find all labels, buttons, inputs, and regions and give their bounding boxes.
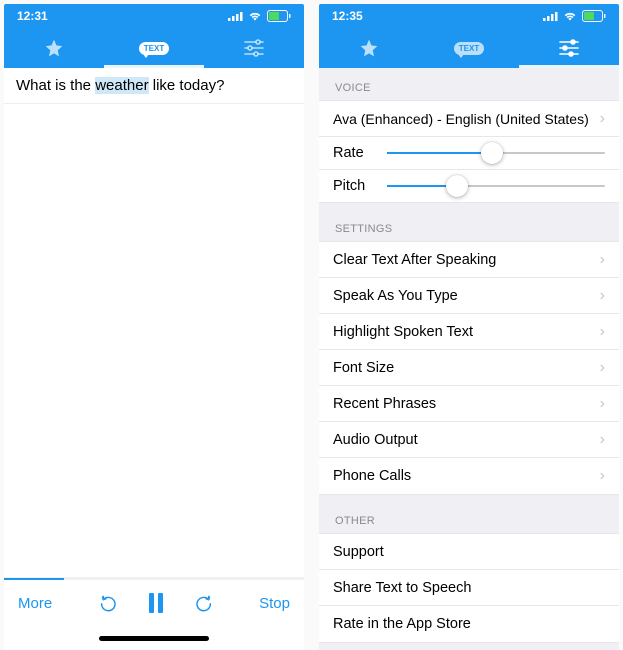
rewind-icon	[100, 593, 120, 613]
section-header-settings: SETTINGS	[319, 203, 619, 241]
forward-icon	[192, 593, 212, 613]
tab-settings[interactable]	[204, 28, 304, 68]
tab-bar: TEXT	[4, 28, 304, 68]
signal-icon	[543, 11, 558, 21]
status-right	[543, 10, 606, 22]
section-header-voice: VOICE	[319, 68, 619, 100]
chevron-right-icon: ›	[600, 395, 605, 413]
text-pre: What is the	[16, 77, 95, 94]
chevron-right-icon: ›	[600, 359, 605, 377]
tab-favorites[interactable]	[4, 28, 104, 68]
tab-bar: TEXT	[319, 28, 619, 68]
star-icon	[44, 38, 64, 58]
rate-label: Rate	[333, 145, 375, 161]
status-bar: 12:31	[4, 4, 304, 28]
wifi-icon	[563, 11, 577, 21]
rewind-button[interactable]	[100, 593, 120, 613]
wifi-icon	[248, 11, 262, 21]
text-bubble-icon: TEXT	[454, 42, 484, 55]
chevron-right-icon: ›	[600, 251, 605, 269]
status-right	[228, 10, 291, 22]
chevron-right-icon: ›	[600, 467, 605, 485]
bottom-toolbar: More Stop	[4, 580, 304, 626]
tab-text[interactable]: TEXT	[104, 28, 204, 68]
row-share-tts[interactable]: Share Text to Speech	[319, 570, 619, 606]
chevron-right-icon: ›	[600, 431, 605, 449]
row-recent-phrases[interactable]: Recent Phrases›	[319, 386, 619, 422]
battery-icon	[582, 10, 606, 22]
status-time: 12:31	[17, 9, 48, 23]
sliders-icon	[244, 39, 264, 57]
home-indicator	[4, 626, 304, 650]
row-clear-text[interactable]: Clear Text After Speaking›	[319, 242, 619, 278]
phone-left-text-screen: 12:31 TEXT What is the weather like toda…	[4, 4, 304, 650]
row-font-size[interactable]: Font Size›	[319, 350, 619, 386]
voice-selection-value: Ava (Enhanced) - English (United States)	[333, 111, 589, 127]
other-section: Support Share Text to Speech Rate in the…	[319, 533, 619, 643]
text-post: like today?	[149, 77, 225, 94]
row-speak-as-you-type[interactable]: Speak As You Type›	[319, 278, 619, 314]
tab-favorites[interactable]	[319, 28, 419, 68]
pitch-slider[interactable]	[387, 185, 605, 187]
chevron-right-icon: ›	[600, 287, 605, 305]
chevron-right-icon: ›	[600, 110, 605, 128]
pause-icon	[146, 592, 166, 614]
battery-icon	[267, 10, 291, 22]
row-rate-app-store[interactable]: Rate in the App Store	[319, 606, 619, 642]
voice-section: Ava (Enhanced) - English (United States)…	[319, 100, 619, 203]
row-phone-calls[interactable]: Phone Calls›	[319, 458, 619, 494]
phone-right-settings-screen: 12:35 TEXT VOICE Ava (Enhanced) - Englis…	[319, 4, 619, 650]
row-audio-output[interactable]: Audio Output›	[319, 422, 619, 458]
settings-section: Clear Text After Speaking› Speak As You …	[319, 241, 619, 495]
row-highlight-spoken[interactable]: Highlight Spoken Text›	[319, 314, 619, 350]
speech-text-area[interactable]: What is the weather like today?	[4, 68, 304, 104]
status-time: 12:35	[332, 9, 363, 23]
text-bubble-icon: TEXT	[139, 42, 169, 55]
tab-indicator	[519, 65, 619, 68]
section-header-other: OTHER	[319, 495, 619, 533]
star-icon	[359, 38, 379, 58]
rate-slider-row: Rate	[319, 137, 619, 170]
rate-slider[interactable]	[387, 152, 605, 154]
stop-button[interactable]: Stop	[259, 595, 290, 612]
pause-button[interactable]	[146, 592, 166, 614]
text-body-empty	[4, 104, 304, 577]
signal-icon	[228, 11, 243, 21]
pitch-slider-row: Pitch	[319, 170, 619, 202]
tab-text[interactable]: TEXT	[419, 28, 519, 68]
sliders-icon	[559, 39, 579, 57]
pitch-label: Pitch	[333, 178, 375, 194]
tab-indicator	[104, 65, 204, 68]
voice-selection-row[interactable]: Ava (Enhanced) - English (United States)…	[319, 101, 619, 137]
more-button[interactable]: More	[18, 595, 52, 612]
status-bar: 12:35	[319, 4, 619, 28]
row-support[interactable]: Support	[319, 534, 619, 570]
bottom-toolbar-wrap: More Stop	[4, 577, 304, 650]
text-highlighted-word: weather	[95, 77, 148, 94]
playback-progress[interactable]	[4, 578, 304, 580]
tab-settings[interactable]	[519, 28, 619, 68]
chevron-right-icon: ›	[600, 323, 605, 341]
forward-button[interactable]	[192, 593, 212, 613]
